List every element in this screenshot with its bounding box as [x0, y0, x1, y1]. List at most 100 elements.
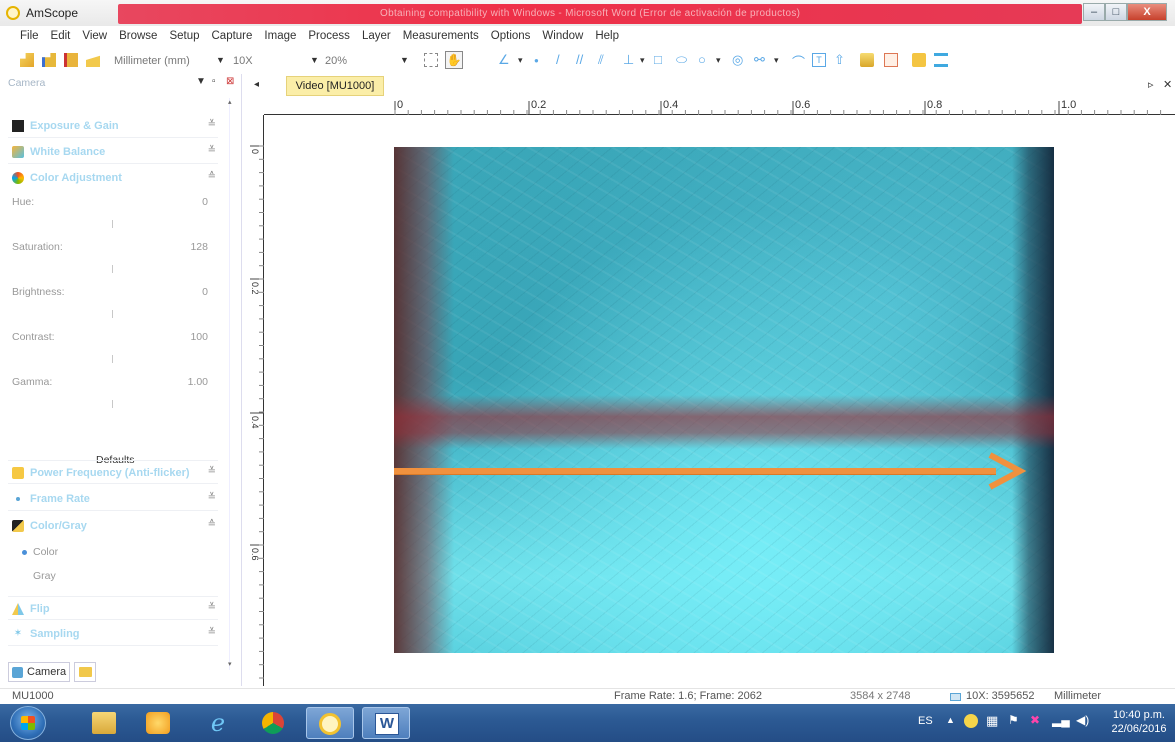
hue-slider[interactable]	[112, 220, 113, 228]
rectangle-icon[interactable]: □	[654, 52, 662, 67]
menu-file[interactable]: File	[20, 27, 39, 45]
zoom-dropdown-icon[interactable]: ▼	[400, 55, 409, 65]
action-center-flag-icon[interactable]: ⚑	[1008, 713, 1019, 727]
close-button[interactable]: X	[1127, 3, 1167, 21]
perpendicular-dropdown-icon[interactable]: ▾	[640, 55, 645, 66]
text-tool-icon[interactable]: T	[812, 53, 826, 67]
print-icon[interactable]	[86, 55, 100, 67]
section-color-gray[interactable]: Color/Gray ≙	[8, 514, 218, 538]
section-frame-rate[interactable]: Frame Rate ≚	[8, 487, 218, 511]
start-button[interactable]	[10, 706, 46, 740]
arc-icon[interactable]: ⌒	[792, 52, 805, 71]
magnification-select[interactable]: 10X	[233, 55, 253, 67]
angle-dropdown-icon[interactable]: ▾	[518, 55, 523, 66]
saturation-slider[interactable]	[112, 265, 113, 273]
save-icon[interactable]	[42, 53, 56, 67]
chevron-down-icon[interactable]: ≚	[208, 627, 216, 638]
system-clock[interactable]: 10:40 p.m. 22/06/2016	[1106, 708, 1172, 736]
menu-options[interactable]: Options	[491, 27, 531, 45]
circle-icon[interactable]: ○	[698, 52, 706, 67]
maximize-button[interactable]: □	[1105, 3, 1127, 21]
menu-edit[interactable]: Edit	[51, 27, 71, 45]
open-folder-icon[interactable]	[20, 53, 34, 67]
chevron-up-icon[interactable]: ≙	[208, 171, 216, 182]
tray-app-icon[interactable]	[964, 714, 978, 728]
angle-icon[interactable]: ∠	[498, 52, 510, 68]
minimize-button[interactable]: –	[1083, 3, 1105, 21]
select-rect-icon[interactable]	[424, 53, 438, 67]
taskbar-amscope[interactable]	[306, 707, 354, 739]
language-indicator[interactable]: ES	[918, 715, 933, 727]
chevron-up-icon[interactable]: ≙	[208, 519, 216, 530]
section-power-frequency[interactable]: Power Frequency (Anti-flicker) ≚	[8, 460, 218, 484]
section-exposure-gain[interactable]: Exposure & Gain ≚	[8, 114, 218, 138]
save-as-icon[interactable]	[64, 53, 78, 67]
microscope-image[interactable]	[394, 147, 1054, 653]
two-circles-icon[interactable]: ⚯	[754, 52, 765, 68]
magnification-dropdown-icon[interactable]: ▼	[310, 55, 319, 65]
section-flip[interactable]: Flip ≚	[8, 596, 218, 620]
gamma-slider[interactable]	[112, 400, 113, 408]
tray-warning-icon[interactable]: ✖	[1030, 713, 1040, 727]
gray-radio[interactable]: Gray	[22, 570, 56, 582]
chevron-down-icon[interactable]: ≚	[208, 602, 216, 613]
menu-setup[interactable]: Setup	[169, 27, 199, 45]
menu-view[interactable]: View	[82, 27, 107, 45]
scroll-up-icon[interactable]: ▴	[228, 98, 232, 106]
chevron-down-icon[interactable]: ≚	[208, 492, 216, 503]
tray-grid-icon[interactable]: ▦	[986, 713, 998, 729]
taskbar-media-player[interactable]	[134, 707, 182, 739]
menu-capture[interactable]: Capture	[212, 27, 253, 45]
taskbar-internet-explorer[interactable]: e	[194, 707, 242, 739]
unit-dropdown-icon[interactable]: ▼	[216, 55, 225, 65]
menu-measurements[interactable]: Measurements	[403, 27, 479, 45]
brightness-slider[interactable]	[112, 310, 113, 318]
point-icon[interactable]: ●	[534, 56, 539, 65]
panel-pin-icon[interactable]: ▫	[212, 76, 216, 87]
image-viewport[interactable]	[265, 116, 1175, 686]
calibrate-icon[interactable]	[860, 53, 874, 67]
contrast-slider[interactable]	[112, 355, 113, 363]
color-radio[interactable]: Color	[22, 546, 58, 558]
scroll-down-icon[interactable]: ▾	[228, 660, 232, 668]
menu-help[interactable]: Help	[595, 27, 619, 45]
network-signal-icon[interactable]: ▂▄	[1052, 713, 1070, 727]
menu-browse[interactable]: Browse	[119, 27, 157, 45]
ellipse-icon[interactable]: ⬭	[676, 52, 687, 68]
section-color-adjustment[interactable]: Color Adjustment ≙	[8, 166, 218, 190]
section-white-balance[interactable]: White Balance ≚	[8, 140, 218, 164]
line-icon[interactable]: /	[556, 52, 560, 67]
menu-process[interactable]: Process	[308, 27, 350, 45]
menu-image[interactable]: Image	[264, 27, 296, 45]
panel-close-icon[interactable]: ⊠	[226, 76, 234, 87]
layer-list-icon[interactable]	[934, 53, 948, 67]
tab-pin-icon[interactable]: ◂	[254, 79, 259, 90]
unit-select[interactable]: Millimeter (mm)	[114, 55, 190, 67]
folder-tab[interactable]	[74, 662, 96, 682]
tab-video-mu1000[interactable]: Video [MU1000]	[286, 76, 384, 96]
count-icon[interactable]	[884, 53, 898, 67]
taskbar-explorer[interactable]	[80, 707, 128, 739]
chevron-down-icon[interactable]: ≚	[208, 145, 216, 156]
panel-scrollbar[interactable]: ▴ ▾	[228, 98, 236, 668]
folder-star-icon[interactable]	[912, 53, 926, 67]
arrow-up-icon[interactable]: ⇧	[834, 52, 845, 68]
menu-layer[interactable]: Layer	[362, 27, 391, 45]
concentric-circle-icon[interactable]: ◎	[732, 52, 743, 68]
menu-window[interactable]: Window	[542, 27, 583, 45]
zoom-select[interactable]: 20%	[325, 55, 347, 67]
double-line-icon[interactable]: //	[576, 52, 583, 67]
parallel-icon[interactable]: ⫽	[598, 52, 604, 68]
chevron-down-icon[interactable]: ≚	[208, 119, 216, 130]
perpendicular-icon[interactable]: ⊥	[623, 52, 634, 68]
two-circles-dropdown-icon[interactable]: ▾	[774, 55, 779, 66]
taskbar-chrome[interactable]	[250, 707, 298, 739]
show-hidden-icons-icon[interactable]: ▲	[946, 715, 955, 725]
panel-dropdown-icon[interactable]: ▼	[196, 76, 206, 87]
tab-close-icon[interactable]: ✕	[1163, 78, 1172, 91]
tab-scroll-right-icon[interactable]: ▹	[1148, 78, 1154, 91]
volume-icon[interactable]: ◀)	[1076, 713, 1089, 727]
taskbar-word[interactable]: W	[362, 707, 410, 739]
chevron-down-icon[interactable]: ≚	[208, 466, 216, 477]
pan-hand-icon[interactable]: ✋	[445, 51, 463, 69]
